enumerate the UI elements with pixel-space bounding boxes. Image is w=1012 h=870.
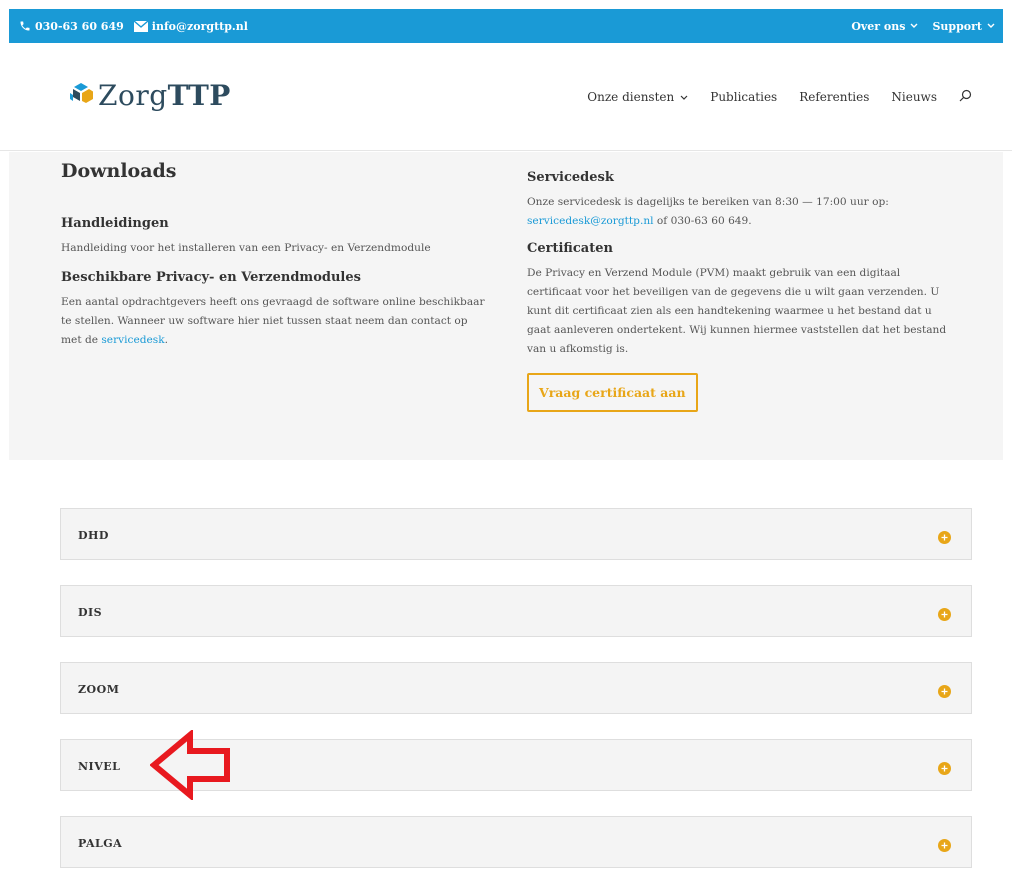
servicedesk-phone: of 030-63 60 649. (656, 215, 752, 227)
email-link[interactable]: info@zorgttp.nl (133, 19, 248, 33)
chevron-down-icon (987, 23, 995, 29)
servicedesk-email-link[interactable]: servicedesk@zorgttp.nl (527, 215, 654, 227)
plus-circle-icon[interactable] (938, 606, 951, 621)
plus-circle-icon[interactable] (938, 683, 951, 698)
accordion-title: DIS (78, 605, 103, 619)
phone-number: 030-63 60 649 (35, 19, 124, 33)
main-navigation: Onze diensten Publicaties Referenties Ni… (587, 89, 972, 105)
accordion-item-dis[interactable]: DIS (60, 585, 972, 637)
search-icon[interactable] (959, 89, 972, 105)
nav-referenties[interactable]: Referenties (799, 90, 869, 104)
secondary-menu: Over ons Support (851, 9, 995, 43)
plus-circle-icon[interactable] (938, 529, 951, 544)
servicedesk-text: Onze servicedesk is dagelijks te bereike… (527, 193, 957, 231)
contact-info: 030-63 60 649 info@zorgttp.nl (19, 9, 248, 43)
accordion-title: PALGA (78, 836, 123, 850)
certificates-text: De Privacy en Verzend Module (PVM) maakt… (527, 267, 947, 355)
menu-over-ons[interactable]: Over ons (851, 20, 918, 33)
request-certificate-button[interactable]: Vraag certificaat aan (527, 373, 698, 412)
phone-icon (19, 20, 31, 32)
downloads-column: Downloads Handleidingen Handleiding voor… (61, 160, 491, 350)
accordion-title: NIVEL (78, 759, 121, 773)
logo-text-regular: Zorg (98, 79, 168, 112)
chevron-down-icon (680, 90, 688, 104)
modules-heading: Beschikbare Privacy- en Verzendmodules (61, 270, 361, 285)
modules-accordion: DHD DIS ZOOM NIVEL PALGA (60, 508, 972, 870)
email-address: info@zorgttp.nl (151, 19, 248, 33)
site-header: ZorgTTP Onze diensten Publicaties Refere… (0, 43, 1012, 151)
logo-mark-icon (68, 82, 94, 110)
manuals-heading: Handleidingen (61, 216, 169, 231)
info-column: Servicedesk Onze servicedesk is dagelijk… (527, 170, 957, 412)
accordion-title: DHD (78, 528, 109, 542)
accordion-item-dhd[interactable]: DHD (60, 508, 972, 560)
top-bar: 030-63 60 649 info@zorgttp.nl Over ons S… (9, 9, 1003, 43)
nav-publicaties[interactable]: Publicaties (710, 90, 777, 104)
downloads-section: Downloads Handleidingen Handleiding voor… (9, 152, 1003, 460)
red-arrow-left-icon (149, 728, 232, 804)
menu-label: Over ons (851, 19, 906, 33)
modules-end: . (164, 334, 169, 346)
envelope-icon (133, 20, 148, 32)
menu-label: Support (932, 19, 982, 33)
modules-text: Een aantal opdrachtgevers heeft ons gevr… (61, 293, 491, 350)
accordion-item-palga[interactable]: PALGA (60, 816, 972, 868)
servicedesk-body: Onze servicedesk is dagelijks te bereike… (527, 196, 889, 208)
manual-link[interactable]: Handleiding voor het installeren van een… (61, 239, 491, 258)
servicedesk-heading: Servicedesk (527, 170, 614, 185)
logo-text: ZorgTTP (98, 79, 231, 112)
chevron-down-icon (910, 23, 918, 29)
phone-link[interactable]: 030-63 60 649 (19, 20, 124, 33)
certificates-heading: Certificaten (527, 241, 613, 256)
nav-onze-diensten[interactable]: Onze diensten (587, 90, 688, 104)
servicedesk-link[interactable]: servicedesk (101, 334, 164, 346)
nav-label: Onze diensten (587, 90, 675, 104)
site-logo[interactable]: ZorgTTP (68, 79, 231, 112)
accordion-title: ZOOM (78, 682, 120, 696)
plus-circle-icon[interactable] (938, 760, 951, 775)
accordion-item-zoom[interactable]: ZOOM (60, 662, 972, 714)
page-title: Downloads (61, 160, 177, 182)
plus-circle-icon[interactable] (938, 837, 951, 852)
nav-nieuws[interactable]: Nieuws (891, 90, 937, 104)
logo-text-bold: TTP (167, 79, 231, 112)
menu-support[interactable]: Support (932, 20, 995, 33)
